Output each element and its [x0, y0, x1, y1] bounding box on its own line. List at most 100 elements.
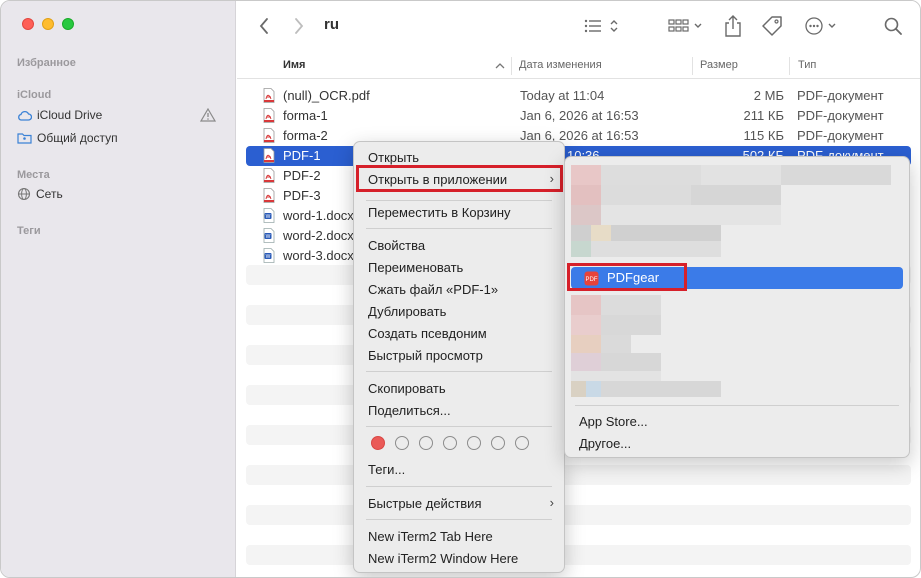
more-actions-button[interactable] — [803, 13, 841, 39]
svg-text:W: W — [266, 254, 271, 260]
file-name: word-2.docx — [283, 228, 354, 243]
blurred-app-row — [571, 185, 781, 205]
blurred-app-row — [571, 165, 891, 185]
back-chevron-icon — [259, 18, 268, 34]
menu-item-duplicate[interactable]: Дублировать — [368, 304, 446, 319]
column-name[interactable]: Имя — [283, 59, 305, 71]
file-name: PDF-3 — [283, 188, 321, 203]
empty-row — [246, 505, 911, 525]
menu-item-open[interactable]: Открыть — [368, 150, 419, 165]
blurred-app-row — [571, 205, 781, 225]
blurred-app-row — [571, 371, 661, 381]
file-row[interactable]: (null)_OCR.pdf Today at 11:04 2 МБ PDF-доку… — [246, 86, 911, 106]
annotation-highlight-open-with — [356, 165, 563, 192]
column-date[interactable]: Дата изменения — [519, 59, 602, 71]
file-name: word-3.docx — [283, 248, 354, 263]
column-size[interactable]: Размер — [700, 59, 738, 71]
svg-text:W: W — [266, 234, 271, 240]
menu-item-make-alias[interactable]: Создать псевдоним — [368, 326, 487, 341]
search-icon — [884, 17, 902, 35]
sidebar-heading-icloud: iCloud — [17, 89, 52, 101]
submenu-item-other[interactable]: Другое... — [579, 436, 631, 451]
pdf-file-icon — [263, 188, 275, 206]
list-view-button[interactable] — [583, 13, 623, 39]
pdf-file-icon — [263, 148, 275, 166]
folder-title: ru — [324, 16, 339, 33]
file-kind: PDF-документ — [797, 88, 884, 103]
sidebar: Избранное iCloud iCloud Drive Общий дост… — [1, 1, 236, 577]
menu-item-iterm-window[interactable]: New iTerm2 Window Here — [368, 551, 518, 566]
forward-chevron-icon — [295, 18, 304, 34]
file-size: 115 КБ — [743, 128, 784, 143]
file-name: PDF-1 — [283, 148, 321, 163]
word-document-icon: W — [263, 228, 275, 246]
blurred-app-row — [571, 335, 631, 353]
sort-ascending-icon[interactable] — [495, 62, 505, 69]
submenu-item-app-store[interactable]: App Store... — [579, 414, 648, 429]
menu-item-rename[interactable]: Переименовать — [368, 260, 463, 275]
sidebar-item-icloud-drive[interactable]: iCloud Drive — [17, 108, 102, 122]
file-kind: PDF-документ — [797, 128, 884, 143]
tag-purple-dot[interactable] — [491, 436, 505, 450]
grid-view-icon — [668, 19, 702, 32]
menu-item-tags[interactable]: Теги... — [368, 462, 405, 477]
sidebar-item-label: Общий доступ — [37, 131, 118, 145]
file-kind: PDF-документ — [797, 108, 884, 123]
tag-button[interactable] — [759, 13, 785, 39]
pdf-file-icon — [263, 88, 275, 106]
share-icon — [725, 15, 741, 37]
tag-orange-dot[interactable] — [395, 436, 409, 450]
tag-red-dot[interactable] — [371, 436, 385, 450]
sidebar-item-network[interactable]: Сеть — [17, 187, 63, 201]
empty-row — [246, 465, 911, 485]
file-row[interactable]: forma-2 Jan 6, 2026 at 16:53 115 КБ PDF-док… — [246, 126, 911, 146]
file-name: (null)_OCR.pdf — [283, 88, 370, 103]
finder-window: Избранное iCloud iCloud Drive Общий дост… — [0, 0, 921, 578]
annotation-highlight-pdfgear — [567, 263, 687, 291]
network-globe-icon — [17, 187, 31, 201]
blurred-app-row — [571, 241, 721, 257]
sidebar-item-shared[interactable]: Общий доступ — [17, 131, 118, 145]
blurred-app-row — [571, 295, 661, 315]
blurred-app-row — [571, 315, 661, 335]
context-menu: Открыть Открыть в приложении › Перемести… — [353, 141, 565, 573]
submenu-chevron-icon: › — [549, 495, 554, 510]
forward-button[interactable] — [288, 13, 310, 39]
menu-item-iterm-tab[interactable]: New iTerm2 Tab Here — [368, 529, 493, 544]
pdf-file-icon — [263, 168, 275, 186]
menu-item-get-info[interactable]: Свойства — [368, 238, 425, 253]
menu-item-move-to-trash[interactable]: Переместить в Корзину — [368, 205, 511, 220]
menu-item-quick-look[interactable]: Быстрый просмотр — [368, 348, 483, 363]
pdf-file-icon — [263, 128, 275, 146]
search-button[interactable] — [882, 13, 904, 39]
sidebar-item-label: Сеть — [36, 187, 63, 201]
column-kind[interactable]: Тип — [798, 59, 816, 71]
minimize-window-button[interactable] — [42, 18, 54, 30]
file-date: Today at 11:04 — [520, 88, 605, 103]
column-header: Имя Дата изменения Размер Тип — [237, 53, 920, 79]
close-window-button[interactable] — [22, 18, 34, 30]
more-actions-icon — [805, 17, 836, 35]
menu-item-copy[interactable]: Скопировать — [368, 381, 446, 396]
back-button[interactable] — [253, 13, 275, 39]
group-view-button[interactable] — [667, 13, 705, 39]
menu-item-compress[interactable]: Сжать файл «PDF-1» — [368, 282, 498, 297]
warning-icon[interactable] — [200, 108, 216, 122]
share-button[interactable] — [722, 13, 744, 39]
svg-text:W: W — [266, 214, 271, 220]
menu-item-share[interactable]: Поделиться... — [368, 403, 451, 418]
tag-gray-dot[interactable] — [515, 436, 529, 450]
sidebar-item-label: iCloud Drive — [37, 108, 103, 122]
file-size: 211 КБ — [743, 108, 784, 123]
tag-blue-dot[interactable] — [467, 436, 481, 450]
file-date: Jan 6, 2026 at 16:53 — [520, 108, 639, 123]
zoom-window-button[interactable] — [62, 18, 74, 30]
tag-green-dot[interactable] — [443, 436, 457, 450]
file-name: forma-1 — [283, 108, 328, 123]
file-row[interactable]: forma-1 Jan 6, 2026 at 16:53 211 КБ PDF-док… — [246, 106, 911, 126]
menu-item-quick-actions[interactable]: Быстрые действия — [368, 496, 481, 511]
blurred-app-row — [571, 381, 721, 397]
open-with-submenu: PDF PDFgear App Store... Другое... — [564, 156, 910, 458]
tag-yellow-dot[interactable] — [419, 436, 433, 450]
tag-icon — [762, 16, 782, 36]
